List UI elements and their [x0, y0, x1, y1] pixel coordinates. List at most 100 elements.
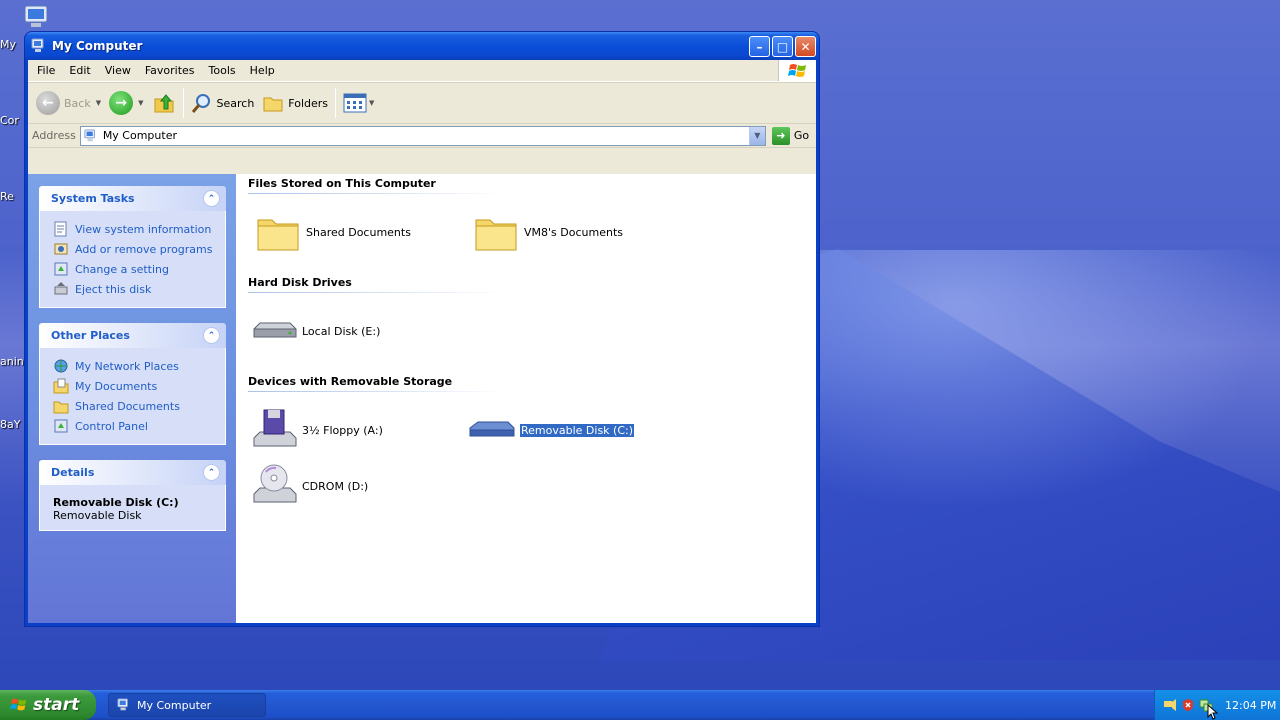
windows-logo	[778, 60, 816, 81]
go-button[interactable]: ➜ Go	[771, 126, 810, 145]
link-my-network-places[interactable]: My Network Places	[53, 356, 219, 376]
up-folder-icon	[154, 94, 173, 113]
details-item-name: Removable Disk (C:)	[53, 496, 179, 509]
link-eject-disk[interactable]: Eject this disk	[53, 279, 219, 299]
menu-edit[interactable]: Edit	[62, 64, 97, 77]
address-input[interactable]: My Computer ▼	[79, 125, 766, 146]
toolbar-separator	[335, 88, 337, 118]
system-tasks-panel: System Tasks ⌃ View system information A…	[39, 186, 226, 308]
menu-favorites[interactable]: Favorites	[138, 64, 202, 77]
link-shared-documents[interactable]: Shared Documents	[53, 396, 219, 416]
details-panel: Details ⌃ Removable Disk (C:) Removable …	[39, 460, 226, 531]
link-label: Change a setting	[75, 262, 169, 276]
other-places-panel: Other Places ⌃ My Network Places My Docu…	[39, 323, 226, 445]
close-button[interactable]: ✕	[795, 36, 816, 57]
folders-label: Folders	[288, 96, 329, 110]
item-shared-documents[interactable]: Shared Documents	[254, 208, 411, 256]
folder-icon	[53, 401, 69, 414]
security-shield-icon[interactable]	[1181, 698, 1195, 712]
item-label: Shared Documents	[306, 225, 411, 239]
desktop-wallpaper-glow	[820, 250, 1280, 510]
windows-flag-icon	[787, 63, 806, 77]
computer-icon	[24, 5, 48, 27]
desktop-icon-my-computer[interactable]	[22, 4, 54, 30]
system-tasks-header[interactable]: System Tasks ⌃	[39, 186, 226, 211]
cdrom-drive-icon	[253, 464, 297, 503]
start-label: start	[33, 695, 80, 715]
folder-icon	[257, 219, 299, 251]
go-arrow-icon: ➜	[771, 126, 790, 145]
panel-title: Details	[51, 466, 95, 479]
link-label: Eject this disk	[75, 282, 152, 296]
maximize-button[interactable]: □	[772, 36, 793, 57]
search-icon	[191, 94, 210, 113]
network-alert-icon[interactable]	[1163, 698, 1177, 712]
views-button[interactable]: ▼	[339, 86, 378, 120]
link-change-setting[interactable]: Change a setting	[53, 259, 219, 279]
chevron-up-icon: ⌃	[207, 467, 216, 478]
link-my-documents[interactable]: My Documents	[53, 376, 219, 396]
address-label: Address	[32, 129, 76, 142]
maximize-icon: □	[776, 39, 789, 54]
link-control-panel[interactable]: Control Panel	[53, 416, 219, 436]
standard-toolbar: ← Back ▼ → ▼ Search Folders ▼	[28, 82, 816, 124]
link-view-system-information[interactable]: View system information	[53, 219, 219, 239]
forward-arrow-icon: →	[109, 91, 134, 115]
desktop-icon-label[interactable]: Re	[0, 190, 24, 210]
taskbar: start My Computer 12:04 PM	[0, 690, 1280, 720]
link-label: View system information	[75, 222, 212, 236]
details-header[interactable]: Details ⌃	[39, 460, 226, 485]
link-label: Control Panel	[75, 419, 148, 433]
address-dropdown-button[interactable]: ▼	[748, 126, 765, 145]
task-pane: System Tasks ⌃ View system information A…	[28, 174, 236, 623]
back-button[interactable]: ← Back ▼	[32, 86, 105, 120]
collapse-button[interactable]: ⌃	[203, 464, 220, 481]
menu-view[interactable]: View	[98, 64, 138, 77]
hard-disk-icon	[253, 322, 297, 338]
link-add-remove-programs[interactable]: Add or remove programs	[53, 239, 219, 259]
up-folder-button[interactable]	[148, 86, 180, 120]
panel-title: Other Places	[51, 329, 130, 342]
control-panel-icon	[54, 262, 68, 276]
item-label: VM8's Documents	[524, 225, 623, 239]
title-bar[interactable]: My Computer – □ ✕	[25, 32, 819, 60]
other-places-header[interactable]: Other Places ⌃	[39, 323, 226, 348]
item-removable-disk-c[interactable]: Removable Disk (C:)	[468, 406, 636, 454]
taskbar-button-my-computer[interactable]: My Computer	[108, 693, 266, 717]
menu-help[interactable]: Help	[243, 64, 282, 77]
window-title: My Computer	[52, 39, 143, 53]
eject-icon	[54, 282, 68, 295]
chevron-down-icon: ▼	[369, 99, 375, 107]
explorer-body: System Tasks ⌃ View system information A…	[28, 174, 816, 623]
item-cdrom-d[interactable]: CDROM (D:)	[250, 462, 368, 510]
back-arrow-icon: ←	[36, 91, 60, 115]
item-floppy-a[interactable]: 3½ Floppy (A:)	[250, 406, 383, 454]
link-label: My Documents	[75, 379, 158, 393]
collapse-button[interactable]: ⌃	[203, 327, 220, 344]
computer-icon	[117, 698, 128, 711]
forward-button[interactable]: → ▼	[105, 86, 147, 120]
minimize-button[interactable]: –	[749, 36, 770, 57]
collapse-button[interactable]: ⌃	[203, 190, 220, 207]
desktop-icon-label[interactable]: My	[0, 38, 24, 58]
desktop-icon-label[interactable]: Cor	[0, 114, 24, 134]
clock[interactable]: 12:04 PM	[1225, 699, 1276, 712]
desktop-icon-label[interactable]: 8aY	[0, 418, 24, 438]
back-label: Back	[64, 96, 91, 110]
desktop-icon-label[interactable]: anin	[0, 355, 24, 375]
windows-flag-icon	[10, 698, 27, 711]
link-label: My Network Places	[75, 359, 179, 373]
go-label: Go	[793, 129, 810, 142]
folders-button[interactable]: Folders	[258, 86, 332, 120]
menu-tools[interactable]: Tools	[202, 64, 243, 77]
search-button[interactable]: Search	[187, 86, 259, 120]
chevron-down-icon: ▼	[138, 99, 144, 107]
item-local-disk-e[interactable]: Local Disk (E:)	[250, 307, 380, 355]
minimize-icon: –	[756, 39, 763, 54]
chevron-up-icon: ⌃	[207, 330, 216, 341]
menu-file[interactable]: File	[30, 64, 62, 77]
menu-bar: File Edit View Favorites Tools Help	[28, 60, 816, 82]
item-vm8-documents[interactable]: VM8's Documents	[472, 208, 623, 256]
start-button[interactable]: start	[0, 690, 96, 720]
panel-body: View system information Add or remove pr…	[39, 211, 226, 308]
